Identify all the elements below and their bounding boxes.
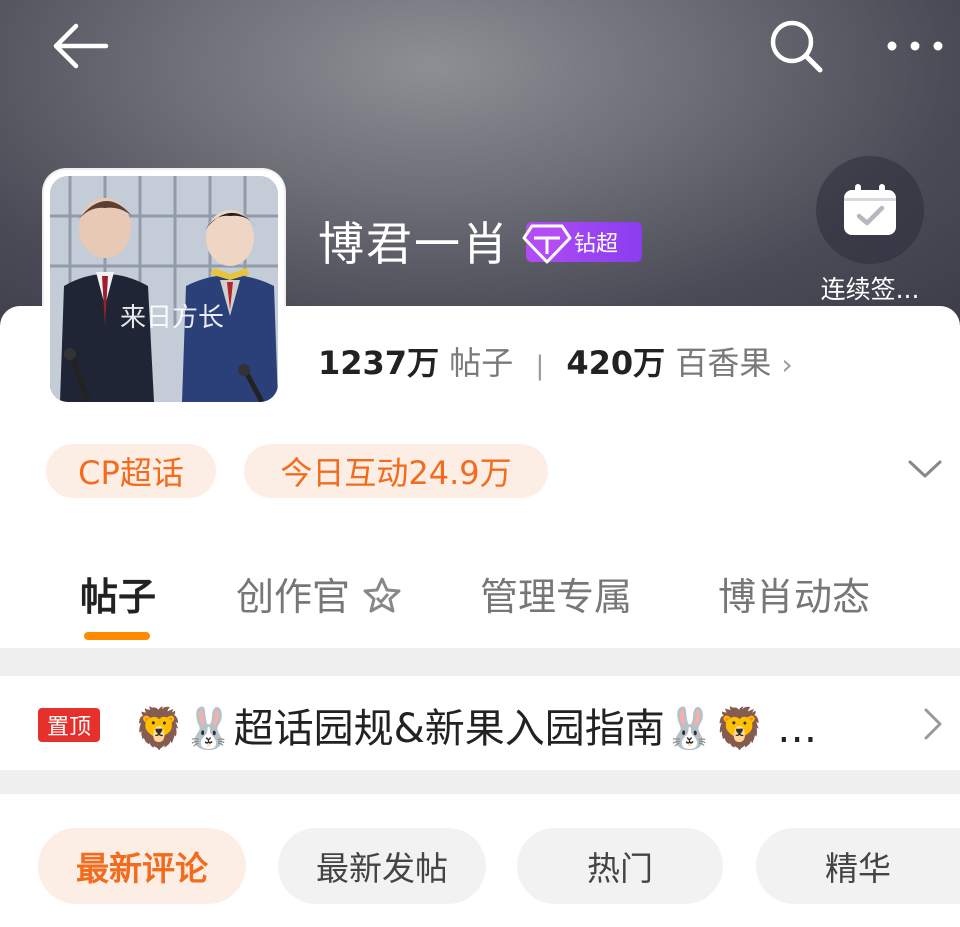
star-badge-icon: [363, 577, 401, 613]
filter-hot[interactable]: 热门: [517, 828, 723, 904]
tag-interaction[interactable]: 今日互动24.9万: [244, 444, 548, 498]
filter-latest-comments[interactable]: 最新评论: [38, 828, 246, 904]
topic-avatar[interactable]: 来日方长: [44, 170, 284, 408]
pinned-title: 🦁🐰超话园规&新果入园指南🐰🦁 …: [134, 706, 818, 752]
chevron-right-icon: ›: [781, 348, 793, 381]
tab-posts[interactable]: 帖子: [80, 566, 156, 621]
pinned-badge: 置顶: [38, 708, 100, 742]
topic-title: 博君一肖: [318, 217, 510, 271]
section-divider: [0, 770, 960, 794]
search-icon: [770, 20, 823, 73]
calendar-check-icon: [844, 184, 896, 235]
chevron-right-icon: [924, 708, 942, 740]
more-button[interactable]: [880, 26, 950, 66]
expand-button[interactable]: [900, 448, 950, 488]
checkin-label: 连续签...: [820, 275, 920, 304]
diamond-super-badge[interactable]: 钻超: [522, 222, 642, 264]
checkin-button[interactable]: 连续签...: [808, 156, 932, 306]
filter-featured[interactable]: 精华: [756, 828, 960, 904]
checkin-circle: [816, 156, 924, 264]
tab-admin[interactable]: 管理专属: [480, 566, 632, 621]
members-label: 百香果: [675, 344, 772, 382]
back-button[interactable]: [48, 18, 112, 74]
active-tab-underline: [84, 632, 150, 640]
search-button[interactable]: [766, 16, 826, 76]
more-dots-icon: [887, 41, 943, 51]
avatar-image: 来日方长: [50, 176, 278, 402]
posts-count: 1237万: [318, 344, 440, 382]
chevron-down-icon: [908, 460, 942, 478]
badge-label: 钻超: [574, 232, 619, 257]
filter-latest-posts[interactable]: 最新发帖: [278, 828, 486, 904]
topic-stats[interactable]: 1237万 帖子 | 420万 百香果 ›: [318, 338, 793, 384]
tab-updates[interactable]: 博肖动态: [718, 566, 870, 621]
tab-creator-label: 创作官: [236, 575, 351, 619]
avatar-caption: 来日方长: [120, 303, 224, 333]
section-divider: [0, 648, 960, 676]
back-arrow-icon: [53, 23, 109, 69]
stats-separator: |: [535, 351, 545, 381]
diamond-icon: [522, 224, 572, 264]
tab-creator[interactable]: 创作官: [236, 566, 402, 621]
pinned-post[interactable]: 置顶 🦁🐰超话园规&新果入园指南🐰🦁 …: [0, 676, 960, 770]
members-count: 420万: [566, 344, 666, 382]
tag-cp[interactable]: CP超话: [46, 444, 216, 498]
posts-label: 帖子: [449, 344, 514, 382]
